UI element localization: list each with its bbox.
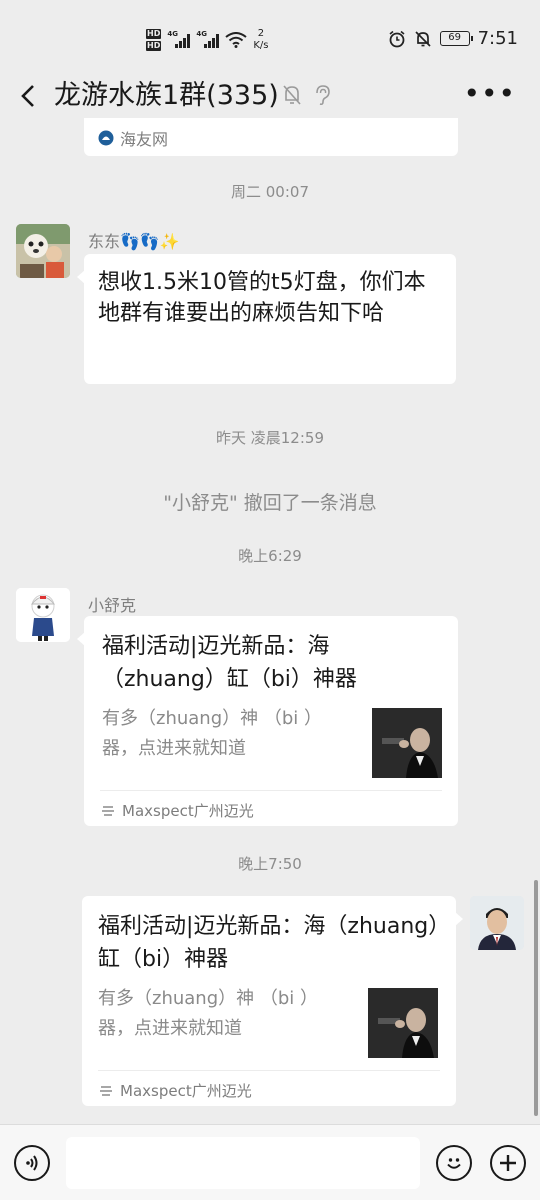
- chat-title: 龙游水族1群(335): [54, 80, 279, 111]
- status-bar: HD HD 4G 4G 2 K/s 69 7:51: [0, 0, 540, 72]
- input-bar: [0, 1124, 540, 1200]
- status-right: 69 7:51: [388, 28, 518, 49]
- network-type-1: 4G: [167, 30, 178, 38]
- mute-notification-icon: [414, 30, 431, 47]
- more-functions-button[interactable]: [490, 1145, 526, 1181]
- ear-icon: [316, 85, 330, 106]
- card-description: 有多（zhuang）神 （bi ）器，点进来就知道: [98, 988, 318, 1039]
- emoji-button[interactable]: [436, 1145, 472, 1181]
- alarm-icon: [389, 30, 405, 47]
- avatar[interactable]: [16, 224, 70, 278]
- link-card-message-own[interactable]: 福利活动|迈光新品：海（zhuang）缸（bi）神器 有多（zhuang）神 （…: [82, 896, 463, 1106]
- user-avatar-photo: [16, 224, 70, 278]
- card-source: Maxspect广州迈光: [98, 1080, 252, 1101]
- signal-icon-1: 4G: [167, 30, 191, 48]
- previous-card-source: 海友网: [98, 126, 168, 150]
- hd-badge-2: HD: [146, 41, 162, 51]
- card-description: 有多（zhuang）神 （bi ）器，点进来就知道: [102, 708, 322, 759]
- text-message[interactable]: 想收1.5米10管的t5灯盘，你们本地群有谁要出的麻烦告知下哈: [77, 254, 456, 384]
- card-thumbnail-image: [368, 988, 438, 1058]
- mute-bell-icon: [283, 85, 301, 105]
- self-avatar-photo: [470, 896, 524, 950]
- wifi-icon: [225, 32, 247, 48]
- official-account-icon: [100, 1085, 112, 1096]
- recall-notice: "小舒克" 撤回了一条消息: [163, 492, 377, 514]
- link-card-message[interactable]: 福利活动|迈光新品：海（zhuang）缸（bi）神器 有多（zhuang）神 （…: [77, 616, 458, 826]
- card-thumbnail: [368, 988, 438, 1058]
- previous-card-source-label: 海友网: [120, 130, 169, 149]
- sender-name: 东东👣👣✨: [88, 232, 180, 251]
- message-input[interactable]: [66, 1137, 420, 1189]
- emoji-icon: [447, 1158, 461, 1169]
- message-text: 想收1.5米10管的t5灯盘，你们本地群有谁要出的麻烦告知下哈: [98, 270, 426, 326]
- plus-icon: [500, 1155, 516, 1171]
- card-divider: [100, 790, 442, 791]
- avatar-self[interactable]: [470, 896, 524, 950]
- voice-input-button[interactable]: [14, 1145, 50, 1181]
- card-source: Maxspect广州迈光: [100, 800, 254, 821]
- hd-badge-1: HD: [146, 29, 162, 39]
- chat-header: 龙游水族1群(335) •••: [0, 72, 540, 120]
- sender-name: 小舒克: [88, 596, 137, 615]
- user-avatar-cartoon: [16, 588, 70, 642]
- card-source-label: Maxspect广州迈光: [120, 1082, 252, 1100]
- network-type-2: 4G: [196, 30, 207, 38]
- scrollbar[interactable]: [534, 880, 538, 1116]
- speed-value: 2: [257, 28, 265, 39]
- network-speed: 2 K/s: [253, 28, 268, 52]
- card-thumbnail-image: [372, 708, 442, 778]
- hd-badges: HD HD: [146, 28, 162, 52]
- card-thumbnail: [372, 708, 442, 778]
- card-source-label: Maxspect广州迈光: [122, 802, 254, 820]
- card-title: 福利活动|迈光新品：海（zhuang）缸（bi）神器: [98, 914, 440, 972]
- clock: 7:51: [477, 28, 518, 49]
- card-title: 福利活动|迈光新品：海（zhuang）缸（bi）神器: [102, 634, 357, 692]
- timestamp: 昨天 凌晨12:59: [216, 429, 324, 447]
- speed-unit: K/s: [253, 40, 269, 51]
- avatar[interactable]: [16, 588, 70, 642]
- voice-icon: [26, 1155, 38, 1171]
- card-divider: [98, 1070, 440, 1071]
- timestamp: 周二 00:07: [231, 183, 309, 201]
- signal-icon-2: 4G: [196, 30, 220, 48]
- network-indicators: HD HD 4G 4G 2 K/s: [146, 24, 268, 56]
- timestamp: 晚上7:50: [238, 855, 302, 873]
- more-options-icon[interactable]: •••: [463, 76, 516, 112]
- battery-icon: 69: [439, 31, 473, 46]
- source-logo-icon: [98, 130, 114, 146]
- timestamp: 晚上6:29: [238, 547, 302, 565]
- official-account-icon: [102, 805, 114, 816]
- back-arrow-icon[interactable]: [16, 80, 40, 112]
- chat-status-icons: [282, 84, 332, 106]
